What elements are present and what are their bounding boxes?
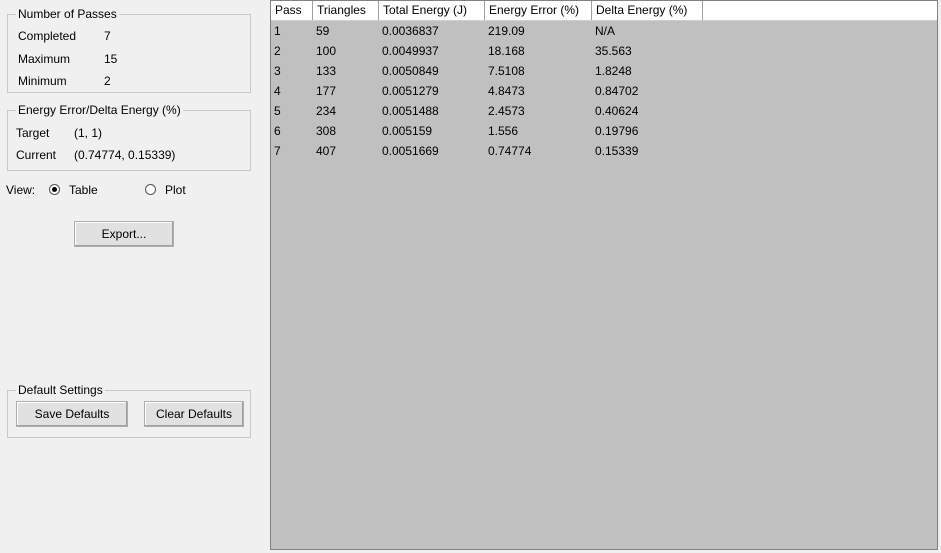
cell-delta-energy: 0.19796 <box>595 124 639 138</box>
current-value: (0.74774, 0.15339) <box>74 148 176 162</box>
cell-energy-error: 18.168 <box>488 44 525 58</box>
number-of-passes-title: Number of Passes <box>16 7 119 21</box>
target-label: Target <box>16 126 50 140</box>
completed-value: 7 <box>104 29 111 43</box>
view-plot-radio[interactable] <box>145 184 156 195</box>
export-button[interactable]: Export... <box>74 221 174 247</box>
cell-delta-energy: 0.84702 <box>595 84 639 98</box>
cell-triangles: 407 <box>316 144 337 158</box>
view-table-radio[interactable] <box>49 184 60 195</box>
view-table-label[interactable]: Table <box>69 183 98 197</box>
minimum-label: Minimum <box>18 74 67 88</box>
cell-triangles: 177 <box>316 84 337 98</box>
current-label: Current <box>16 148 57 162</box>
cell-delta-energy: 0.40624 <box>595 104 639 118</box>
cell-pass: 1 <box>274 24 281 38</box>
column-header-delta-energy[interactable]: Delta Energy (%) <box>592 1 703 20</box>
number-of-passes-group: Number of Passes Completed 7 Maximum 15 … <box>7 7 251 93</box>
cell-total-energy: 0.0049937 <box>382 44 439 58</box>
cell-pass: 5 <box>274 104 281 118</box>
cell-total-energy: 0.005159 <box>382 124 433 138</box>
column-header-energy-error[interactable]: Energy Error (%) <box>485 1 592 20</box>
default-settings-group: Default Settings Save Defaults Clear Def… <box>7 383 251 438</box>
table-header: Pass Triangles Total Energy (J) Energy E… <box>271 1 937 21</box>
cell-total-energy: 0.0036837 <box>382 24 439 38</box>
cell-energy-error: 2.4573 <box>488 104 525 118</box>
cell-delta-energy: 1.8248 <box>595 64 632 78</box>
save-defaults-button[interactable]: Save Defaults <box>16 401 128 427</box>
table-row[interactable]: 4 177 0.0051279 4.8473 0.84702 <box>271 81 703 101</box>
cell-pass: 6 <box>274 124 281 138</box>
cell-pass: 7 <box>274 144 281 158</box>
header-filler <box>703 1 937 20</box>
cell-delta-energy: 35.563 <box>595 44 632 58</box>
cell-triangles: 100 <box>316 44 337 58</box>
table-row[interactable]: 6 308 0.005159 1.556 0.19796 <box>271 121 703 141</box>
table-row[interactable]: 5 234 0.0051488 2.4573 0.40624 <box>271 101 703 121</box>
cell-pass: 4 <box>274 84 281 98</box>
target-value: (1, 1) <box>74 126 103 140</box>
table-row[interactable]: 2 100 0.0049937 18.168 35.563 <box>271 41 703 61</box>
cell-delta-energy: N/A <box>595 24 616 38</box>
table-body: 1 59 0.0036837 219.09 N/A 2 100 0.0049937 18.168… <box>271 21 703 161</box>
results-table[interactable]: Pass Triangles Total Energy (J) Energy E… <box>270 0 938 550</box>
cell-triangles: 133 <box>316 64 337 78</box>
cell-total-energy: 0.0050849 <box>382 64 439 78</box>
column-header-pass[interactable]: Pass <box>271 1 313 20</box>
cell-total-energy: 0.0051279 <box>382 84 439 98</box>
energy-error-group: Energy Error/Delta Energy (%) Target (1,… <box>7 103 251 171</box>
column-header-triangles[interactable]: Triangles <box>313 1 379 20</box>
view-plot-label[interactable]: Plot <box>165 183 186 197</box>
column-header-total-energy[interactable]: Total Energy (J) <box>379 1 485 20</box>
cell-energy-error: 219.09 <box>488 24 525 38</box>
cell-energy-error: 4.8473 <box>488 84 525 98</box>
energy-error-title: Energy Error/Delta Energy (%) <box>16 103 183 117</box>
cell-pass: 3 <box>274 64 281 78</box>
cell-energy-error: 0.74774 <box>488 144 532 158</box>
maximum-value: 15 <box>104 52 118 66</box>
view-label: View: <box>6 183 36 197</box>
cell-total-energy: 0.0051488 <box>382 104 439 118</box>
table-row[interactable]: 1 59 0.0036837 219.09 N/A <box>271 21 703 41</box>
default-settings-title: Default Settings <box>16 383 105 397</box>
completed-label: Completed <box>18 29 77 43</box>
cell-delta-energy: 0.15339 <box>595 144 639 158</box>
cell-energy-error: 1.556 <box>488 124 519 138</box>
cell-triangles: 234 <box>316 104 337 118</box>
cell-pass: 2 <box>274 44 281 58</box>
cell-energy-error: 7.5108 <box>488 64 525 78</box>
cell-triangles: 308 <box>316 124 337 138</box>
maximum-label: Maximum <box>18 52 71 66</box>
cell-triangles: 59 <box>316 24 330 38</box>
minimum-value: 2 <box>104 74 111 88</box>
cell-total-energy: 0.0051669 <box>382 144 439 158</box>
table-row[interactable]: 7 407 0.0051669 0.74774 0.15339 <box>271 141 703 161</box>
clear-defaults-button[interactable]: Clear Defaults <box>144 401 244 427</box>
table-row[interactable]: 3 133 0.0050849 7.5108 1.8248 <box>271 61 703 81</box>
